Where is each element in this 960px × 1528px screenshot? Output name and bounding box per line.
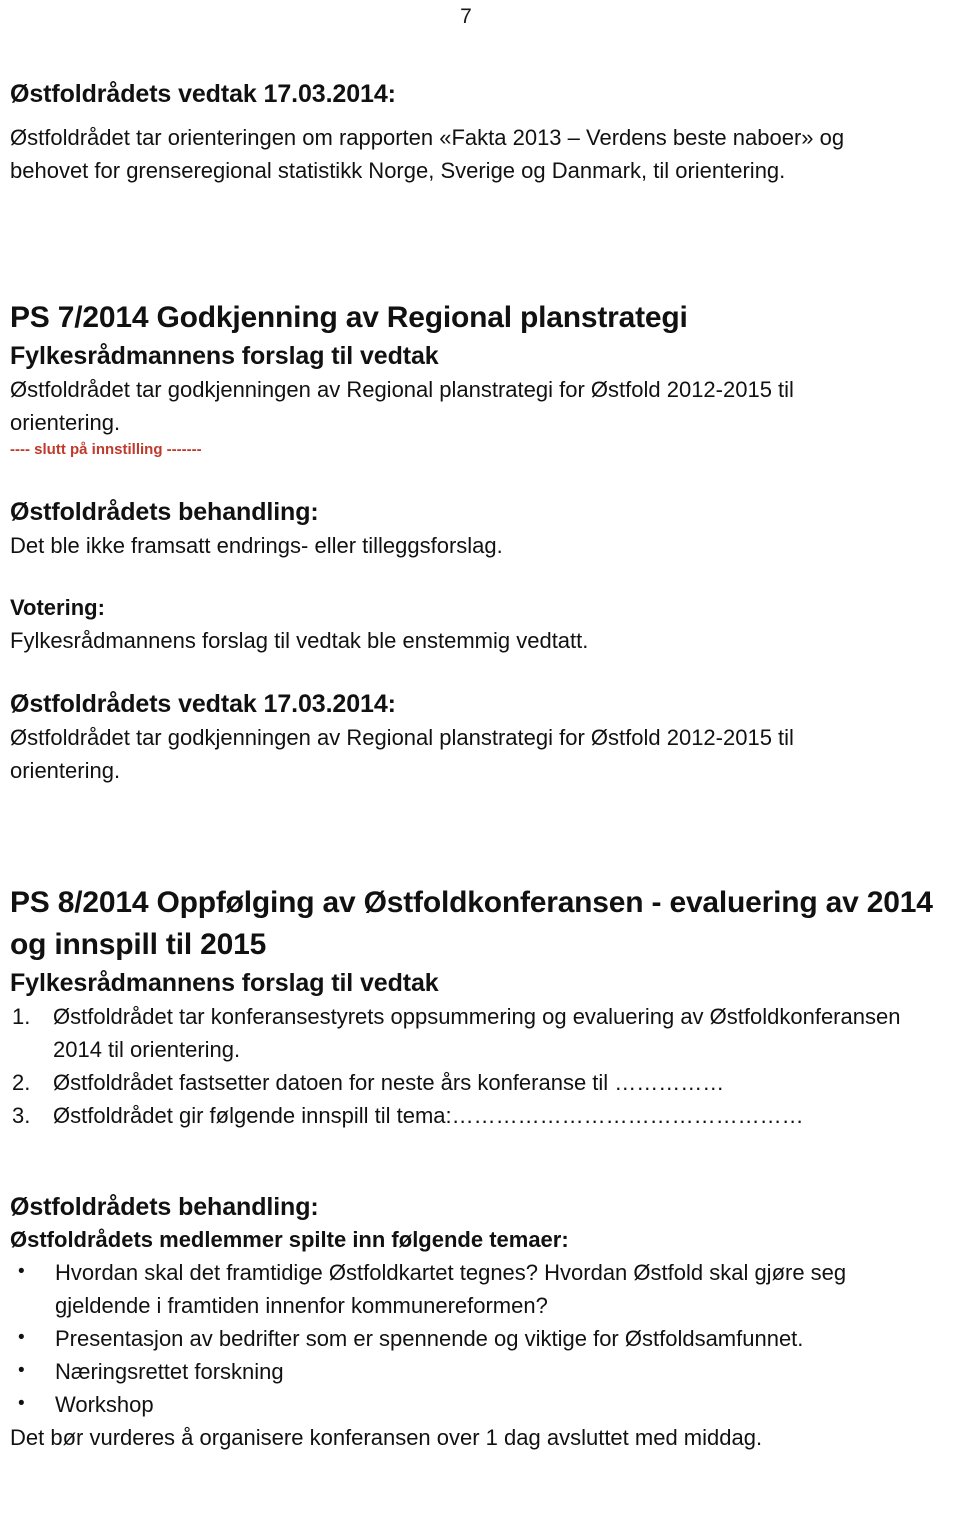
- list-item-text: Hvordan skal det framtidige Østfoldkarte…: [55, 1260, 847, 1318]
- list-item: 3. Østfoldrådet gir følgende innspill ti…: [10, 1099, 942, 1132]
- bullet-icon: •: [18, 1327, 25, 1348]
- ps8-title: PS 8/2014 Oppfølging av Østfoldkonferans…: [10, 886, 933, 961]
- ps7-proposal-body: Østfoldrådet tar godkjenningen av Region…: [10, 377, 794, 435]
- list-item: • Hvordan skal det framtidige Østfoldkar…: [10, 1256, 942, 1322]
- bullet-icon: •: [18, 1393, 25, 1414]
- ps7-behandling-body: Det ble ikke framsatt endrings- eller ti…: [10, 533, 503, 558]
- ps7-vedtak-body: Østfoldrådet tar godkjenningen av Region…: [10, 725, 794, 783]
- vedtak-body-ps6: Østfoldrådet tar orienteringen om rappor…: [10, 125, 845, 183]
- ps7-vedtak-heading: Østfoldrådets vedtak 17.03.2014:: [10, 690, 396, 718]
- ps8-proposal-list: 1. Østfoldrådet tar konferansestyrets op…: [10, 1000, 942, 1132]
- ps7-title: PS 7/2014 Godkjenning av Regional planst…: [10, 301, 688, 334]
- ps7-votering-body: Fylkesrådmannens forslag til vedtak ble …: [10, 628, 589, 653]
- ps7-behandling-heading: Østfoldrådets behandling:: [10, 498, 319, 526]
- bullet-icon: •: [18, 1261, 25, 1282]
- list-item: • Workshop: [10, 1388, 942, 1421]
- ps7-proposal-heading: Fylkesrådmannens forslag til vedtak: [10, 342, 439, 370]
- ps7-votering-heading: Votering:: [10, 595, 105, 620]
- bullet-icon: •: [18, 1360, 25, 1381]
- ps8-proposal-heading: Fylkesrådmannens forslag til vedtak: [10, 969, 439, 997]
- list-item-text: Workshop: [55, 1392, 154, 1417]
- ps8-themes-list: • Hvordan skal det framtidige Østfoldkar…: [10, 1256, 942, 1421]
- list-item: 1. Østfoldrådet tar konferansestyrets op…: [10, 1000, 942, 1066]
- list-item-text: Østfoldrådet fastsetter datoen for neste…: [53, 1070, 725, 1095]
- list-item: • Presentasjon av bedrifter som er spenn…: [10, 1322, 942, 1355]
- list-item: 2. Østfoldrådet fastsetter datoen for ne…: [10, 1066, 942, 1099]
- list-item-text: Østfoldrådet tar konferansestyrets oppsu…: [53, 1004, 901, 1062]
- list-item-text: Presentasjon av bedrifter som er spennen…: [55, 1326, 804, 1351]
- list-item-text: Østfoldrådet gir følgende innspill til t…: [53, 1103, 804, 1128]
- list-item: • Næringsrettet forskning: [10, 1355, 942, 1388]
- list-item-number: 1.: [12, 1004, 31, 1029]
- list-item-number: 3.: [12, 1103, 31, 1128]
- document-page: 7 Østfoldrådets vedtak 17.03.2014: Østfo…: [0, 0, 960, 1528]
- ps8-members-heading: Østfoldrådets medlemmer spilte inn følge…: [10, 1227, 569, 1252]
- page-number: 7: [460, 5, 472, 28]
- list-item-text: Næringsrettet forskning: [55, 1359, 284, 1384]
- list-item-number: 2.: [12, 1070, 31, 1095]
- ps8-closing-text: Det bør vurderes å organisere konferanse…: [10, 1425, 763, 1450]
- ps7-end-of-proposal-note: ---- slutt på innstilling -------: [10, 441, 202, 458]
- ps8-behandling-heading: Østfoldrådets behandling:: [10, 1193, 319, 1221]
- vedtak-heading-ps6: Østfoldrådets vedtak 17.03.2014:: [10, 80, 396, 108]
